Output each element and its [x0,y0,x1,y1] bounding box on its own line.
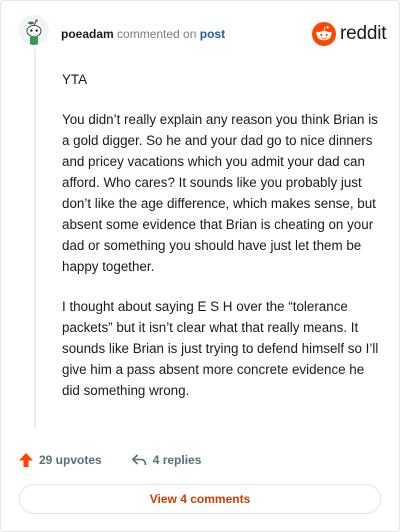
comment-paragraph: You didn’t really explain any reason you… [62,112,378,274]
comment-body: YTA You didn’t really explain any reason… [62,69,382,420]
thread-line [34,49,36,429]
user-avatar-icon[interactable] [19,15,49,45]
comment-header: poeadam commented on post [61,26,225,42]
view-comments-label: View 4 comments [149,492,251,506]
reply-arrow-icon [131,454,147,466]
view-comments-button[interactable]: View 4 comments [19,484,381,514]
upvote-arrow-icon [19,453,33,467]
comment-paragraph: I thought about saying E S H over the “t… [62,299,379,398]
replies-button[interactable]: 4 replies [131,452,202,468]
comment-card: poeadam commented on post reddit YTA You… [0,0,400,532]
upvote-button[interactable]: 29 upvotes [18,452,102,468]
reddit-wordmark: reddit [340,23,387,44]
reddit-logo-icon [312,22,336,46]
username-link[interactable]: poeadam [61,27,114,41]
comment-paragraph: YTA [62,72,88,87]
upvote-count: 29 upvotes [39,453,102,467]
reddit-brand[interactable]: reddit [312,21,387,47]
post-link[interactable]: post [200,27,225,41]
comment-action-text: commented on [117,27,197,41]
comment-footer: 29 upvotes 4 replies [18,451,201,469]
reply-count: 4 replies [152,453,202,467]
